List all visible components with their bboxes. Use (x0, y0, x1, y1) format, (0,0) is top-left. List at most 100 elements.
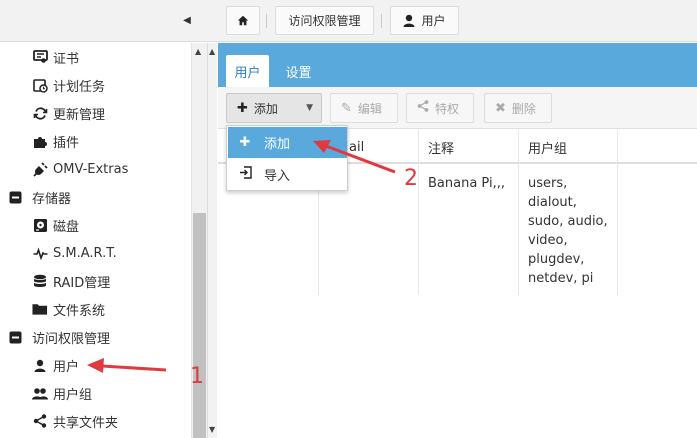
plus-icon: ✚ (237, 100, 248, 116)
column-header-groups[interactable]: 用户组 (528, 130, 618, 164)
column-header-label: ail (349, 139, 365, 155)
edit-button[interactable]: ✎ 编辑 (330, 93, 398, 123)
sidebar-item-filesystems[interactable]: 文件系统 (0, 295, 190, 323)
user-icon (403, 14, 415, 27)
scrollbar-thumb[interactable] (193, 213, 206, 438)
tab-label: 用户 (234, 65, 261, 81)
sidebar-group-label: 存储器 (32, 191, 72, 207)
breadcrumb-separator (381, 14, 382, 28)
chevron-left-icon[interactable]: ◀ (180, 12, 194, 28)
group-line: users, (528, 176, 568, 191)
user-icon (32, 357, 48, 373)
column-header-comment[interactable]: 注释 (428, 130, 518, 164)
pencil-icon: ✎ (341, 100, 352, 116)
tab-users[interactable]: 用户 (226, 55, 269, 87)
sidebar: 证书 计划任务 更新管理 插件 OMV-Extras 存储器 磁盘 S.M.A.… (0, 43, 207, 438)
sidebar-item-label: RAID管理 (53, 275, 111, 291)
sidebar-item-scheduled-jobs[interactable]: 计划任务 (0, 71, 190, 99)
breadcrumb-home[interactable] (226, 6, 260, 35)
plus-icon: ✚ (239, 135, 251, 150)
add-button-label: 添加 (253, 101, 278, 116)
database-icon (32, 273, 48, 289)
group-line: sudo, audio, (528, 214, 608, 229)
annotation-marker-1: 1 (190, 364, 204, 389)
import-icon (238, 166, 252, 183)
top-bar: ◀ 访问权限管理 用户 (0, 0, 697, 42)
table-cell-groups[interactable]: users, dialout, sudo, audio, video, plug… (528, 174, 608, 288)
scroll-up-arrow-icon[interactable]: ▲ (195, 47, 201, 56)
breadcrumb-page[interactable]: 用户 (390, 6, 459, 35)
share-icon (417, 100, 429, 116)
group-line: video, (528, 233, 568, 248)
minus-square-icon (7, 329, 23, 345)
tab-strip: 用户 设置 (218, 43, 697, 87)
breadcrumb-page-label: 用户 (421, 14, 446, 28)
toolbar: ✚ 添加 ▼ ✎ 编辑 特权 ✖ 删除 (218, 87, 697, 129)
puzzle-icon (32, 133, 48, 149)
close-icon: ✖ (495, 100, 506, 116)
column-divider (617, 130, 618, 295)
sidebar-item-raid[interactable]: RAID管理 (0, 267, 190, 295)
sidebar-item-certificates[interactable]: 证书 (0, 43, 190, 71)
sidebar-item-label: S.M.A.R.T. (53, 245, 117, 261)
sidebar-item-plugins[interactable]: 插件 (0, 127, 190, 155)
sidebar-item-label: 证书 (53, 51, 80, 67)
column-divider (518, 130, 519, 295)
scroll-down-arrow-icon[interactable]: ▼ (209, 425, 215, 434)
sidebar-item-label: 用户组 (53, 387, 93, 403)
scroll-up-arrow-icon[interactable]: ▲ (209, 47, 215, 56)
tab-label: 设置 (285, 65, 312, 81)
table-cell-comment[interactable]: Banana Pi,,, (428, 174, 505, 193)
sidebar-item-label: 插件 (53, 135, 80, 151)
column-header-label: 用户组 (528, 141, 568, 157)
edit-button-label: 编辑 (357, 101, 382, 116)
add-button[interactable]: ✚ 添加 ▼ (226, 93, 322, 123)
breadcrumb-section-label: 访问权限管理 (288, 14, 361, 28)
users-icon (32, 385, 48, 401)
privileges-button-label: 特权 (435, 101, 460, 116)
menu-item-label: 导入 (264, 169, 291, 184)
menu-item-import[interactable]: 导入 (228, 159, 347, 190)
column-divider (418, 130, 419, 295)
disk-icon (32, 217, 48, 233)
breadcrumb-section[interactable]: 访问权限管理 (275, 6, 374, 35)
column-header-email[interactable]: ail (349, 130, 419, 164)
sidebar-item-label: 用户 (53, 359, 80, 375)
pulse-icon (32, 245, 48, 261)
home-icon (237, 15, 249, 26)
caret-down-icon[interactable]: ▼ (306, 103, 313, 113)
certificate-icon (32, 49, 48, 65)
sidebar-item-label: 计划任务 (53, 79, 106, 95)
sidebar-item-users[interactable]: 用户 (0, 351, 190, 379)
sidebar-item-groups[interactable]: 用户组 (0, 379, 190, 407)
minus-square-icon (7, 189, 23, 205)
menu-item-add[interactable]: ✚ 添加 (228, 127, 347, 158)
tab-settings[interactable]: 设置 (276, 55, 321, 87)
sidebar-item-disks[interactable]: 磁盘 (0, 211, 190, 239)
group-line: dialout, (528, 195, 577, 210)
sidebar-item-label: 文件系统 (53, 303, 106, 319)
sidebar-item-shared-folders[interactable]: 共享文件夹 (0, 407, 190, 435)
group-line: netdev, pi (528, 271, 594, 286)
breadcrumb-separator (266, 14, 267, 28)
annotation-marker-2: 2 (404, 166, 418, 191)
share-icon (32, 413, 48, 429)
sidebar-item-label: OMV-Extras (53, 161, 129, 177)
sidebar-item-update-management[interactable]: 更新管理 (0, 99, 190, 127)
sidebar-group-storage[interactable]: 存储器 (0, 183, 190, 211)
delete-button[interactable]: ✖ 删除 (484, 93, 552, 123)
app-window: ◀ 访问权限管理 用户 证书 计划任务 更新管理 插件 OMV-Extras 存… (0, 0, 697, 438)
plug-icon (32, 161, 48, 177)
privileges-button[interactable]: 特权 (406, 93, 474, 123)
menu-item-label: 添加 (264, 137, 291, 152)
sidebar-group-access-rights[interactable]: 访问权限管理 (0, 323, 190, 351)
sidebar-item-smart[interactable]: S.M.A.R.T. (0, 239, 190, 267)
sidebar-item-omv-extras[interactable]: OMV-Extras (0, 155, 190, 183)
column-header-label: 注释 (428, 141, 455, 157)
delete-button-label: 删除 (511, 101, 536, 116)
sidebar-item-label: 共享文件夹 (53, 415, 119, 431)
add-dropdown-menu: ✚ 添加 导入 (226, 125, 348, 191)
group-line: plugdev, (528, 252, 585, 267)
panel-splitter[interactable]: ▲ ▼ (207, 43, 217, 438)
sidebar-item-label: 更新管理 (53, 107, 106, 123)
